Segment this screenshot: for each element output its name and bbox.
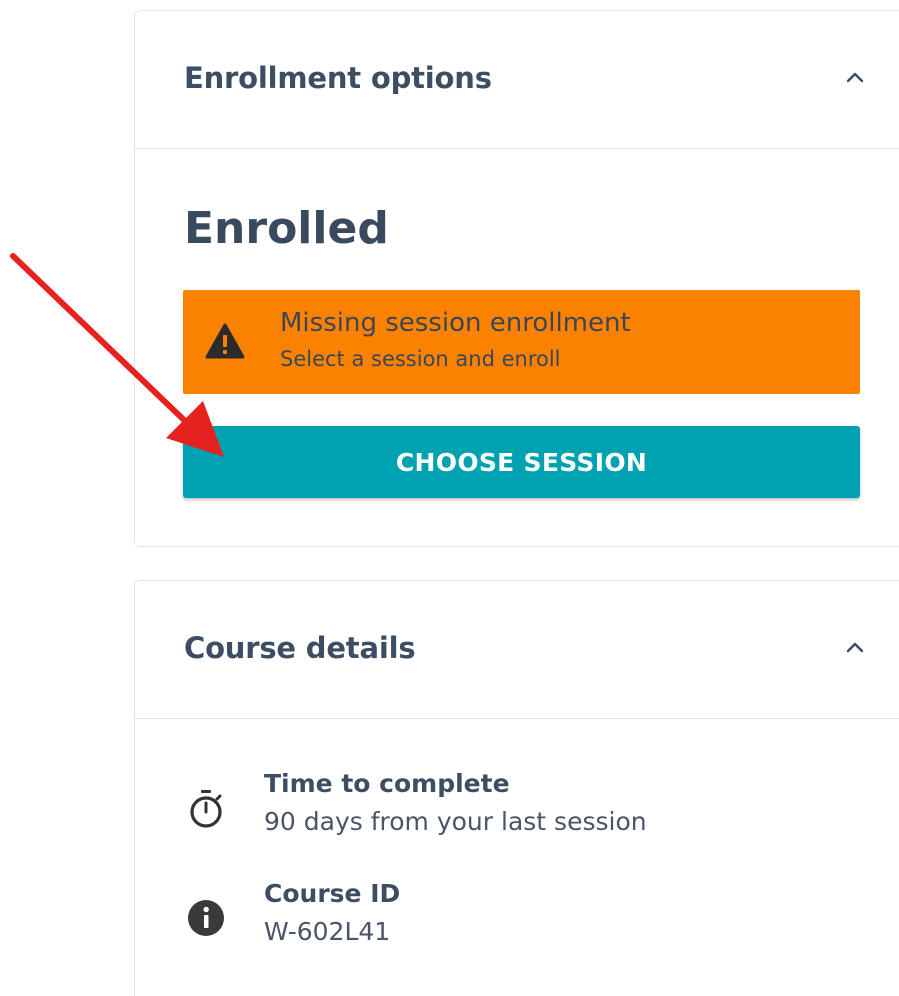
detail-value: 90 days from your last session	[264, 807, 647, 836]
course-details-card: Course details Time to complete 90 days …	[134, 580, 899, 996]
chevron-up-icon[interactable]	[843, 635, 867, 659]
course-details-header[interactable]: Course details	[135, 581, 899, 719]
detail-label: Course ID	[264, 879, 401, 908]
alert-subtitle: Select a session and enroll	[280, 347, 561, 371]
detail-value: W-602L41	[264, 917, 391, 946]
missing-session-alert: Missing session enrollment Select a sess…	[183, 290, 860, 394]
enrollment-options-title: Enrollment options	[184, 61, 492, 95]
enrolled-status-heading: Enrolled	[184, 203, 389, 254]
enrollment-options-card: Enrollment options Enrolled Missing sess…	[134, 10, 899, 547]
warning-icon	[205, 323, 245, 359]
chevron-up-icon[interactable]	[843, 65, 867, 89]
enrollment-options-header[interactable]: Enrollment options	[135, 11, 899, 149]
page: Enrollment options Enrolled Missing sess…	[0, 0, 899, 996]
choose-session-button[interactable]: CHOOSE SESSION	[183, 426, 860, 498]
stopwatch-icon	[190, 790, 222, 828]
course-details-title: Course details	[184, 631, 416, 665]
alert-title: Missing session enrollment	[280, 308, 631, 338]
info-icon	[188, 900, 224, 936]
detail-label: Time to complete	[264, 769, 510, 798]
